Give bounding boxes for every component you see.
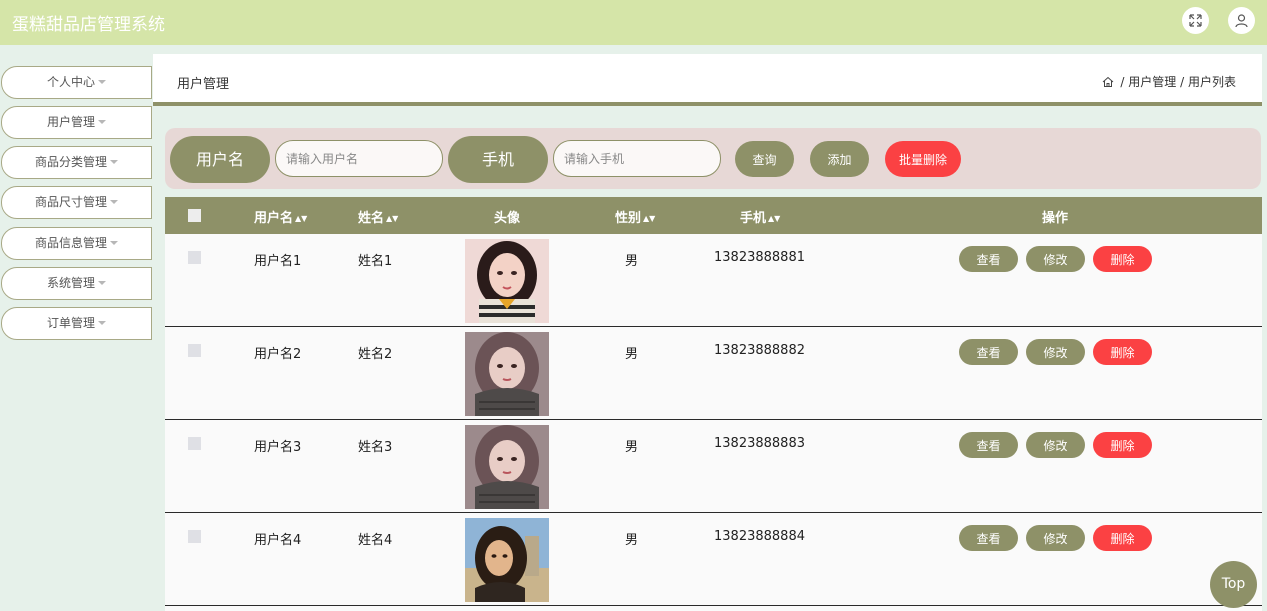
caret-down-icon — [110, 199, 118, 204]
sidebar-item-label: 系统管理 — [46, 276, 95, 290]
phone-label: 手机 — [448, 136, 548, 183]
phone-search-input[interactable] — [553, 140, 721, 177]
avatar — [465, 425, 549, 509]
user-icon[interactable] — [1228, 7, 1255, 34]
view-button[interactable]: 查看 — [959, 339, 1018, 365]
row-checkbox[interactable] — [188, 344, 201, 357]
sidebar-item-label: 商品尺寸管理 — [34, 195, 107, 209]
caret-down-icon — [110, 159, 118, 164]
cell-gender: 男 — [625, 254, 639, 269]
select-all-checkbox[interactable] — [188, 209, 201, 222]
edit-button[interactable]: 修改 — [1026, 525, 1085, 551]
sidebar-item-user-management[interactable]: 用户管理 — [1, 106, 152, 139]
breadcrumb-bar: 用户管理 / 用户管理 / 用户列表 — [153, 54, 1262, 106]
caret-down-icon — [98, 79, 106, 84]
username-search-input[interactable] — [275, 140, 443, 177]
cell-phone: 13823888881 — [714, 250, 805, 265]
sidebar-item-label: 用户管理 — [46, 115, 95, 129]
home-icon[interactable] — [1102, 76, 1114, 91]
caret-down-icon — [110, 240, 118, 245]
table-header: 用户名 ▲▼ 姓名 ▲▼ 头像 性别 ▲▼ 手机 ▲▼ 操作 — [165, 197, 1262, 234]
edit-button[interactable]: 修改 — [1026, 246, 1085, 272]
cell-gender: 男 — [625, 533, 639, 548]
cell-name: 姓名4 — [358, 533, 393, 548]
row-checkbox[interactable] — [188, 530, 201, 543]
column-header-username[interactable]: 用户名 ▲▼ — [254, 207, 307, 226]
cell-name: 姓名3 — [358, 440, 393, 455]
cell-phone: 13823888883 — [714, 436, 805, 451]
username-label: 用户名 — [170, 136, 270, 183]
cell-gender: 男 — [625, 440, 639, 455]
search-panel: 用户名 手机 查询 添加 批量删除 — [165, 128, 1261, 189]
row-checkbox[interactable] — [188, 251, 201, 264]
delete-button[interactable]: 删除 — [1093, 339, 1152, 365]
user-table: 用户名 ▲▼ 姓名 ▲▼ 头像 性别 ▲▼ 手机 ▲▼ 操作 用户名1 姓名1 男 — [165, 197, 1262, 611]
cell-name: 姓名1 — [358, 254, 393, 269]
delete-button[interactable]: 删除 — [1093, 432, 1152, 458]
sidebar: 个人中心 用户管理 商品分类管理 商品尺寸管理 商品信息管理 系统管理 订单管理 — [0, 50, 153, 611]
batch-delete-button[interactable]: 批量删除 — [885, 141, 961, 177]
avatar — [465, 518, 549, 602]
cell-username: 用户名4 — [254, 533, 302, 548]
sidebar-item-system-management[interactable]: 系统管理 — [1, 267, 152, 300]
edit-button[interactable]: 修改 — [1026, 432, 1085, 458]
table-row: 用户名1 姓名1 男 13823888881 查看 修改 删除 — [165, 234, 1262, 327]
caret-down-icon — [98, 119, 106, 124]
cell-phone: 13823888882 — [714, 343, 805, 358]
sidebar-item-category-management[interactable]: 商品分类管理 — [1, 146, 152, 179]
table-row: 用户名3 姓名3 男 13823888883 查看 修改 删除 — [165, 420, 1262, 513]
edit-button[interactable]: 修改 — [1026, 339, 1085, 365]
column-header-actions: 操作 — [1042, 211, 1069, 226]
row-checkbox[interactable] — [188, 437, 201, 450]
breadcrumb-item-user-list: 用户列表 — [1187, 75, 1236, 89]
top-bar: 蛋糕甜品店管理系统 — [0, 0, 1267, 45]
sidebar-item-label: 商品信息管理 — [34, 236, 107, 250]
sort-icon: ▲▼ — [768, 214, 781, 223]
sidebar-item-personal-center[interactable]: 个人中心 — [1, 66, 152, 99]
column-header-avatar: 头像 — [494, 211, 521, 226]
caret-down-icon — [98, 280, 106, 285]
delete-button[interactable]: 删除 — [1093, 525, 1152, 551]
cell-phone: 13823888884 — [714, 529, 805, 544]
breadcrumb-item-user-management[interactable]: 用户管理 — [1128, 75, 1176, 89]
table-row: 用户名4 姓名4 男 13823888884 查看 修改 删除 — [165, 513, 1262, 606]
breadcrumb-separator: / — [1180, 75, 1185, 89]
column-header-name[interactable]: 姓名 ▲▼ — [358, 207, 398, 226]
sidebar-item-order-management[interactable]: 订单管理 — [1, 307, 152, 340]
sidebar-item-size-management[interactable]: 商品尺寸管理 — [1, 186, 152, 219]
avatar — [465, 332, 549, 416]
back-to-top-button[interactable]: Top — [1210, 561, 1257, 608]
column-header-gender[interactable]: 性别 ▲▼ — [615, 207, 655, 226]
cell-name: 姓名2 — [358, 347, 393, 362]
sort-icon: ▲▼ — [643, 214, 656, 223]
breadcrumb-separator: / — [1120, 75, 1125, 89]
cell-gender: 男 — [625, 347, 639, 362]
add-button[interactable]: 添加 — [810, 141, 869, 177]
view-button[interactable]: 查看 — [959, 432, 1018, 458]
breadcrumb: / 用户管理 / 用户列表 — [1102, 73, 1236, 91]
sidebar-item-label: 订单管理 — [46, 316, 95, 330]
avatar — [465, 239, 549, 323]
sidebar-item-label: 商品分类管理 — [34, 155, 107, 169]
page-title: 用户管理 — [177, 77, 230, 92]
cell-username: 用户名2 — [254, 347, 302, 362]
column-header-phone[interactable]: 手机 ▲▼ — [740, 207, 780, 226]
fullscreen-icon[interactable] — [1182, 7, 1209, 34]
sort-icon: ▲▼ — [386, 214, 399, 223]
view-button[interactable]: 查看 — [959, 246, 1018, 272]
app-title: 蛋糕甜品店管理系统 — [12, 15, 165, 35]
cell-username: 用户名1 — [254, 254, 302, 269]
sidebar-item-label: 个人中心 — [46, 75, 95, 89]
view-button[interactable]: 查看 — [959, 525, 1018, 551]
sidebar-item-product-management[interactable]: 商品信息管理 — [1, 227, 152, 260]
sort-icon: ▲▼ — [295, 214, 308, 223]
cell-username: 用户名3 — [254, 440, 302, 455]
table-row: 用户名2 姓名2 男 13823888882 查看 修改 删除 — [165, 327, 1262, 420]
caret-down-icon — [98, 320, 106, 325]
query-button[interactable]: 查询 — [735, 141, 794, 177]
delete-button[interactable]: 删除 — [1093, 246, 1152, 272]
